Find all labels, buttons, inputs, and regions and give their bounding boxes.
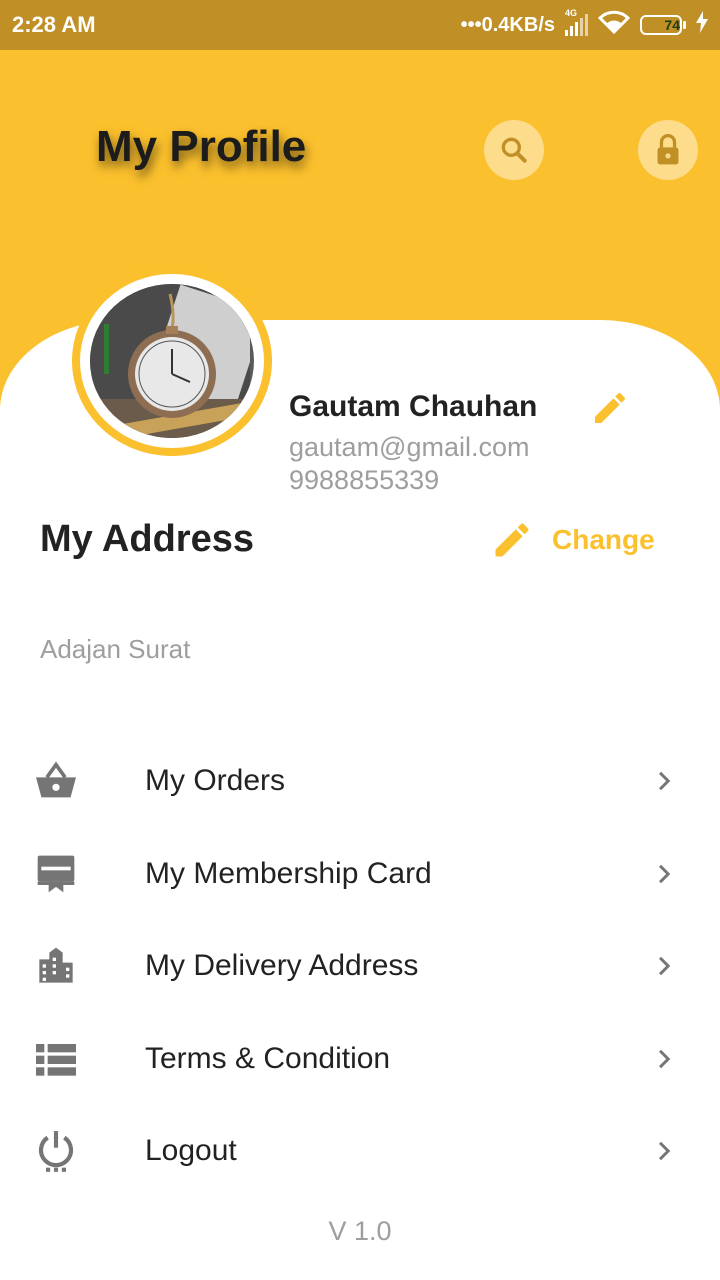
status-time: 2:28 AM: [12, 12, 96, 37]
menu-item-membership-card[interactable]: My Membership Card: [0, 828, 720, 921]
chevron-right-icon: [659, 1049, 671, 1068]
menu-label: My Delivery Address: [145, 949, 419, 983]
avatar[interactable]: [72, 266, 272, 456]
lock-icon: [657, 134, 679, 165]
power-icon: [32, 1127, 80, 1175]
signal-icon: 4G: [565, 8, 588, 36]
avatar-photo: [90, 284, 254, 438]
chevron-right-icon: [659, 957, 671, 976]
battery-icon: 74: [640, 15, 686, 35]
pencil-icon: [595, 392, 625, 423]
basket-icon: [32, 757, 80, 805]
menu-item-logout[interactable]: Logout: [0, 1105, 720, 1198]
user-email: gautam@gmail.com: [289, 432, 530, 462]
battery-level: 74: [664, 17, 680, 33]
status-bar: 2:28 AM •••0.4KB/s 4G 74: [0, 0, 720, 50]
wifi-icon: [597, 10, 631, 40]
change-label: Change: [552, 524, 655, 555]
menu-label: Logout: [145, 1134, 237, 1168]
user-phone: 9988855339: [289, 465, 440, 495]
menu-label: Terms & Condition: [145, 1041, 391, 1075]
app-version: V 1.0: [328, 1216, 392, 1246]
address-title: My Address: [40, 518, 254, 560]
menu-label: My Membership Card: [145, 856, 432, 890]
menu-item-terms[interactable]: Terms & Condition: [0, 1013, 720, 1106]
building-icon: [32, 942, 80, 990]
menu-item-my-orders[interactable]: My Orders: [0, 735, 720, 828]
search-button[interactable]: [484, 120, 544, 180]
page-title: My Profile: [96, 122, 307, 171]
chevron-right-icon: [659, 1142, 671, 1161]
network-type: 4G: [565, 8, 578, 18]
menu-label: My Orders: [145, 764, 286, 798]
lock-button[interactable]: [638, 120, 698, 180]
address-value: Adajan Surat: [40, 634, 191, 664]
card-icon: [32, 850, 80, 898]
chevron-right-icon: [659, 772, 671, 791]
edit-profile-button[interactable]: [588, 386, 632, 430]
change-address-button[interactable]: Change: [490, 518, 655, 562]
chevron-right-icon: [659, 864, 671, 883]
network-speed: •••0.4KB/s: [460, 13, 555, 36]
search-icon: [501, 137, 527, 163]
list-icon: [32, 1035, 80, 1083]
status-indicators: •••0.4KB/s 4G 74: [460, 8, 708, 40]
charging-icon: [696, 11, 708, 39]
user-name: Gautam Chauhan: [289, 390, 538, 423]
menu-item-delivery-address[interactable]: My Delivery Address: [0, 920, 720, 1013]
menu-list: My Orders My Membership Card My Delivery…: [0, 735, 720, 1198]
pencil-icon: [495, 523, 529, 557]
